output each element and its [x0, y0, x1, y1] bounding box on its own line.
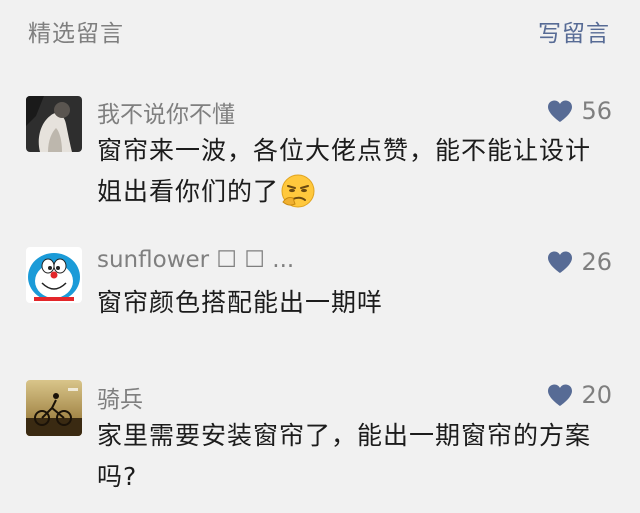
- comment-item: 骑兵 20 家里需要安装窗帘了，能出一期窗帘的方案吗?: [0, 380, 640, 500]
- comment-item: sunflower ☐ ☐ ... 26 窗帘颜色搭配能出一期咩: [0, 247, 640, 317]
- avatar[interactable]: [26, 380, 82, 436]
- heart-icon: [548, 384, 573, 406]
- comment-text: 窗帘颜色搭配能出一期咩: [97, 288, 384, 317]
- comment-item: 我不说你不懂 56 窗帘来一波，各位大佬点赞，能不能让设计姐出看你们的了: [0, 96, 640, 236]
- like-count: 56: [581, 97, 612, 125]
- comment-content: 窗帘颜色搭配能出一期咩: [97, 282, 597, 323]
- comment-nickname: 骑兵: [97, 387, 143, 413]
- comment-text: 窗帘来一波，各位大佬点赞，能不能让设计姐出看你们的了: [97, 136, 592, 206]
- like-count: 20: [581, 381, 612, 409]
- avatar-image: [26, 380, 82, 436]
- comment-content: 窗帘来一波，各位大佬点赞，能不能让设计姐出看你们的了: [97, 130, 597, 220]
- like-count: 26: [581, 248, 612, 276]
- section-title: 精选留言: [28, 21, 124, 47]
- heart-icon: [548, 251, 573, 273]
- avatar[interactable]: [26, 247, 82, 303]
- like-button[interactable]: 56: [547, 97, 612, 125]
- heart-icon: [548, 100, 573, 122]
- smirk-emoji-icon: [281, 174, 315, 220]
- comments-header: 精选留言 写留言: [0, 0, 640, 60]
- avatar[interactable]: [26, 96, 82, 152]
- comment-nickname: 我不说你不懂: [97, 102, 235, 128]
- avatar-image: [26, 96, 82, 152]
- like-button[interactable]: 20: [547, 381, 612, 409]
- write-comment-link[interactable]: 写留言: [538, 14, 610, 48]
- avatar-image: [26, 247, 82, 303]
- comment-text: 家里需要安装窗帘了，能出一期窗帘的方案吗?: [97, 421, 592, 491]
- comment-content: 家里需要安装窗帘了，能出一期窗帘的方案吗?: [97, 415, 597, 497]
- comment-nickname: sunflower ☐ ☐ ...: [97, 247, 295, 273]
- like-button[interactable]: 26: [547, 248, 612, 276]
